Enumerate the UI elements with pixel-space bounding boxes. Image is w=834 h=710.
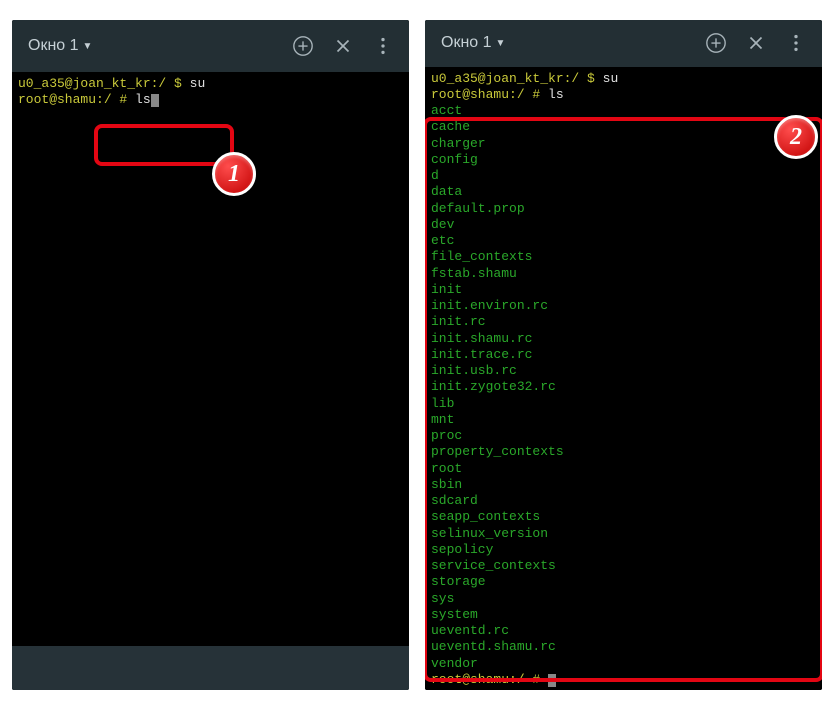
annotation-badge: 1	[212, 152, 256, 196]
tab-title: Окно 1	[441, 34, 492, 52]
menu-button[interactable]	[365, 28, 401, 64]
file-entry: seapp_contexts	[431, 509, 816, 525]
kebab-menu-icon	[785, 32, 807, 54]
dropdown-icon: ▼	[496, 38, 506, 49]
dropdown-icon: ▼	[83, 41, 93, 52]
plus-circle-icon	[292, 35, 314, 57]
plus-circle-icon	[705, 32, 727, 54]
cursor	[151, 94, 159, 107]
file-entry: ueventd.shamu.rc	[431, 639, 816, 655]
prompt-root: root@shamu:/ #	[431, 87, 548, 102]
file-entry: init.zygote32.rc	[431, 379, 816, 395]
prompt-user: u0_a35@joan_kt_kr:/ $	[431, 71, 603, 86]
add-window-button[interactable]	[285, 28, 321, 64]
terminal-output[interactable]: u0_a35@joan_kt_kr:/ $ su root@shamu:/ # …	[425, 67, 822, 691]
close-window-button[interactable]	[738, 25, 774, 61]
window-tab[interactable]: Окно 1 ▼	[20, 33, 100, 59]
file-entry: init.usb.rc	[431, 363, 816, 379]
file-entry: config	[431, 152, 816, 168]
file-entry: init.shamu.rc	[431, 331, 816, 347]
file-entry: service_contexts	[431, 558, 816, 574]
file-entry: vendor	[431, 656, 816, 672]
file-entry: root	[431, 461, 816, 477]
tab-title: Окно 1	[28, 37, 79, 55]
close-icon	[745, 32, 767, 54]
kebab-menu-icon	[372, 35, 394, 57]
right-screenshot: Окно 1 ▼ u0_a35@joan_kt_kr:/ $	[425, 20, 822, 690]
command-ls: ls	[135, 92, 151, 107]
toolbar: Окно 1 ▼	[12, 20, 409, 72]
file-entry: sys	[431, 591, 816, 607]
command-ls: ls	[548, 87, 564, 102]
file-entry: data	[431, 184, 816, 200]
file-entry: proc	[431, 428, 816, 444]
terminal-output[interactable]: u0_a35@joan_kt_kr:/ $ su root@shamu:/ # …	[12, 72, 409, 646]
close-window-button[interactable]	[325, 28, 361, 64]
file-entry: fstab.shamu	[431, 266, 816, 282]
file-entry: selinux_version	[431, 526, 816, 542]
prompt-user: u0_a35@joan_kt_kr:/ $	[18, 76, 190, 91]
bottom-bar	[12, 646, 409, 690]
cursor	[548, 674, 556, 687]
file-entry: cache	[431, 119, 816, 135]
file-entry: init.trace.rc	[431, 347, 816, 363]
left-screenshot: Окно 1 ▼ u0_a35@joan_kt_kr:/ $	[12, 20, 409, 690]
toolbar: Окно 1 ▼	[425, 20, 822, 67]
menu-button[interactable]	[778, 25, 814, 61]
prompt-root-end: root@shamu:/ #	[431, 672, 548, 687]
file-entry: file_contexts	[431, 249, 816, 265]
file-entry: storage	[431, 574, 816, 590]
add-window-button[interactable]	[698, 25, 734, 61]
command-su: su	[603, 71, 619, 86]
file-entry: sepolicy	[431, 542, 816, 558]
command-su: su	[190, 76, 206, 91]
file-entry: charger	[431, 136, 816, 152]
file-entry: system	[431, 607, 816, 623]
file-entry: property_contexts	[431, 444, 816, 460]
file-entry: sbin	[431, 477, 816, 493]
file-entry: init.rc	[431, 314, 816, 330]
file-entry: sdcard	[431, 493, 816, 509]
file-entry: lib	[431, 396, 816, 412]
file-entry: default.prop	[431, 201, 816, 217]
file-entry: acct	[431, 103, 816, 119]
file-entry: init	[431, 282, 816, 298]
file-entry: dev	[431, 217, 816, 233]
ls-output: acctcachechargerconfigddatadefault.propd…	[431, 103, 816, 672]
window-tab[interactable]: Окно 1 ▼	[433, 30, 513, 56]
file-entry: ueventd.rc	[431, 623, 816, 639]
prompt-root: root@shamu:/ #	[18, 92, 135, 107]
file-entry: etc	[431, 233, 816, 249]
file-entry: d	[431, 168, 816, 184]
annotation-highlight	[94, 124, 234, 166]
close-icon	[332, 35, 354, 57]
file-entry: init.environ.rc	[431, 298, 816, 314]
file-entry: mnt	[431, 412, 816, 428]
